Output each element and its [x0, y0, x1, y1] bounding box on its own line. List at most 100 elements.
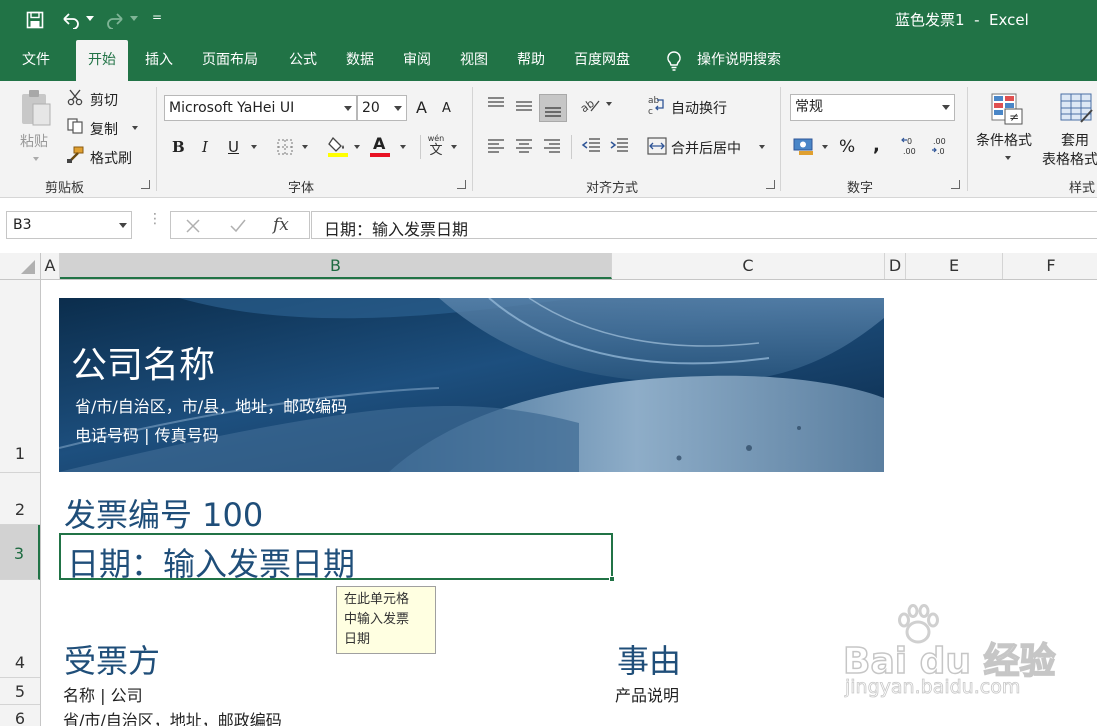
font-color-dropdown-icon[interactable] [400, 145, 406, 149]
decrease-decimal-icon[interactable]: .00 .0 [931, 136, 953, 156]
font-color-icon[interactable]: A [373, 134, 385, 153]
company-name[interactable]: 公司名称 [71, 336, 215, 388]
reason-heading[interactable]: 事由 [617, 636, 681, 682]
conditional-formatting-icon[interactable]: ≠ [990, 92, 1024, 126]
format-painter-icon[interactable] [66, 146, 84, 164]
row-header-5[interactable]: 5 [0, 678, 40, 705]
alignment-launcher-icon[interactable] [766, 180, 775, 189]
font-name-dropdown-icon[interactable] [344, 106, 352, 111]
tab-home[interactable]: 开始 [76, 40, 128, 81]
increase-decimal-icon[interactable]: 0 .00 [901, 136, 923, 156]
redo-icon[interactable] [104, 11, 126, 29]
number-launcher-icon[interactable] [951, 180, 960, 189]
undo-dropdown-icon[interactable] [86, 16, 94, 21]
tab-review[interactable]: 审阅 [403, 40, 431, 81]
copy-icon[interactable] [66, 117, 84, 135]
header-banner-image[interactable]: 公司名称 省/市/自治区，市/县，地址，邮政编码 电话号码 | 传真号码 [59, 298, 884, 472]
name-box-dropdown-icon[interactable] [119, 223, 127, 228]
column-header-b[interactable]: B [60, 253, 612, 279]
accounting-dropdown-icon[interactable] [822, 145, 828, 149]
increase-indent-icon[interactable] [609, 138, 629, 154]
underline-dropdown-icon[interactable] [251, 145, 257, 149]
format-as-table-label-2[interactable]: 表格格式 [1042, 149, 1097, 169]
row-header-2[interactable]: 2 [0, 473, 40, 525]
top-align-icon[interactable] [487, 97, 505, 111]
cut-icon[interactable] [66, 88, 84, 106]
borders-dropdown-icon[interactable] [302, 145, 308, 149]
percent-style-button[interactable]: % [839, 137, 855, 157]
middle-align-icon[interactable] [515, 99, 533, 113]
product-description[interactable]: 产品说明 [615, 682, 679, 706]
save-icon[interactable] [26, 11, 44, 29]
insert-function-icon[interactable]: fx [273, 215, 289, 235]
wrap-text-label[interactable]: 自动换行 [671, 98, 727, 118]
font-name-box[interactable]: Microsoft YaHei UI [164, 95, 357, 121]
wrap-text-icon[interactable]: ab c [647, 94, 667, 116]
tell-me-search[interactable]: 操作说明搜索 [697, 40, 781, 81]
copy-label[interactable]: 复制 [90, 119, 118, 139]
fill-color-icon[interactable] [327, 134, 349, 158]
conditional-formatting-label[interactable]: 条件格式 [976, 130, 1032, 150]
company-phone[interactable]: 电话号码 | 传真号码 [75, 422, 219, 446]
invoice-number[interactable]: 发票编号 100 [64, 490, 263, 536]
merge-dropdown-icon[interactable] [759, 145, 765, 149]
recipient-heading[interactable]: 受票方 [64, 636, 160, 682]
paste-icon[interactable] [19, 88, 53, 128]
column-header-d[interactable]: D [885, 253, 906, 279]
row-header-6[interactable]: 6 [0, 705, 40, 726]
tab-view[interactable]: 视图 [460, 40, 488, 81]
company-address[interactable]: 省/市/自治区，市/县，地址，邮政编码 [75, 393, 347, 417]
number-format-box[interactable]: 常规 [790, 94, 955, 121]
enter-check-icon[interactable] [229, 218, 247, 234]
undo-icon[interactable] [60, 11, 82, 29]
number-format-dropdown-icon[interactable] [942, 105, 950, 110]
row-header-3[interactable]: 3 [0, 525, 40, 580]
phonetic-guide-icon[interactable]: wén 文 [425, 134, 447, 160]
phonetic-dropdown-icon[interactable] [451, 145, 457, 149]
font-launcher-icon[interactable] [457, 180, 466, 189]
tab-help[interactable]: 帮助 [517, 40, 545, 81]
customize-qat-icon[interactable]: = [152, 10, 162, 24]
font-size-dropdown-icon[interactable] [394, 106, 402, 111]
tab-page-layout[interactable]: 页面布局 [202, 40, 258, 81]
recipient-name[interactable]: 名称 | 公司 [63, 682, 143, 706]
tab-data[interactable]: 数据 [346, 40, 374, 81]
font-size-box[interactable]: 20 [357, 95, 407, 121]
format-as-table-label-1[interactable]: 套用 [1061, 130, 1089, 150]
shrink-font-icon[interactable]: A [442, 101, 451, 116]
row-header-4[interactable]: 4 [0, 580, 40, 678]
decrease-indent-icon[interactable] [581, 138, 601, 154]
selected-cell-b3[interactable]: 日期：输入发票日期 [59, 533, 615, 583]
tab-baidu-netdisk[interactable]: 百度网盘 [574, 40, 630, 81]
merge-center-label[interactable]: 合并后居中 [671, 138, 741, 158]
format-painter-label[interactable]: 格式刷 [90, 148, 132, 168]
grow-font-icon[interactable]: A [416, 98, 427, 117]
copy-dropdown-icon[interactable] [132, 126, 138, 130]
cut-label[interactable]: 剪切 [90, 90, 118, 110]
formula-input[interactable]: 日期：输入发票日期 [311, 211, 1097, 239]
bold-button[interactable]: B [172, 138, 185, 156]
tab-formulas[interactable]: 公式 [289, 40, 317, 81]
cancel-icon[interactable] [185, 218, 201, 234]
merge-center-icon[interactable] [647, 137, 667, 155]
fill-color-dropdown-icon[interactable] [354, 145, 360, 149]
align-center-icon[interactable] [515, 139, 533, 153]
clipboard-launcher-icon[interactable] [141, 180, 150, 189]
invoice-date[interactable]: 日期：输入发票日期 [67, 539, 355, 585]
bottom-align-button[interactable] [539, 94, 567, 122]
comma-style-button[interactable]: , [873, 135, 880, 156]
column-header-f[interactable]: F [1003, 253, 1097, 279]
orientation-icon[interactable]: ab [579, 95, 601, 115]
fill-handle[interactable] [609, 576, 615, 582]
conditional-formatting-dropdown-icon[interactable] [1005, 156, 1011, 160]
paste-dropdown-icon[interactable] [33, 157, 39, 161]
tab-insert[interactable]: 插入 [145, 40, 173, 81]
formula-bar-grip-icon[interactable]: ⋮ [148, 212, 162, 226]
align-right-icon[interactable] [543, 139, 561, 153]
column-header-e[interactable]: E [906, 253, 1003, 279]
orientation-dropdown-icon[interactable] [606, 102, 612, 106]
italic-button[interactable]: I [202, 138, 208, 156]
align-left-icon[interactable] [487, 139, 505, 153]
format-as-table-icon[interactable] [1059, 92, 1095, 126]
column-header-c[interactable]: C [612, 253, 885, 279]
